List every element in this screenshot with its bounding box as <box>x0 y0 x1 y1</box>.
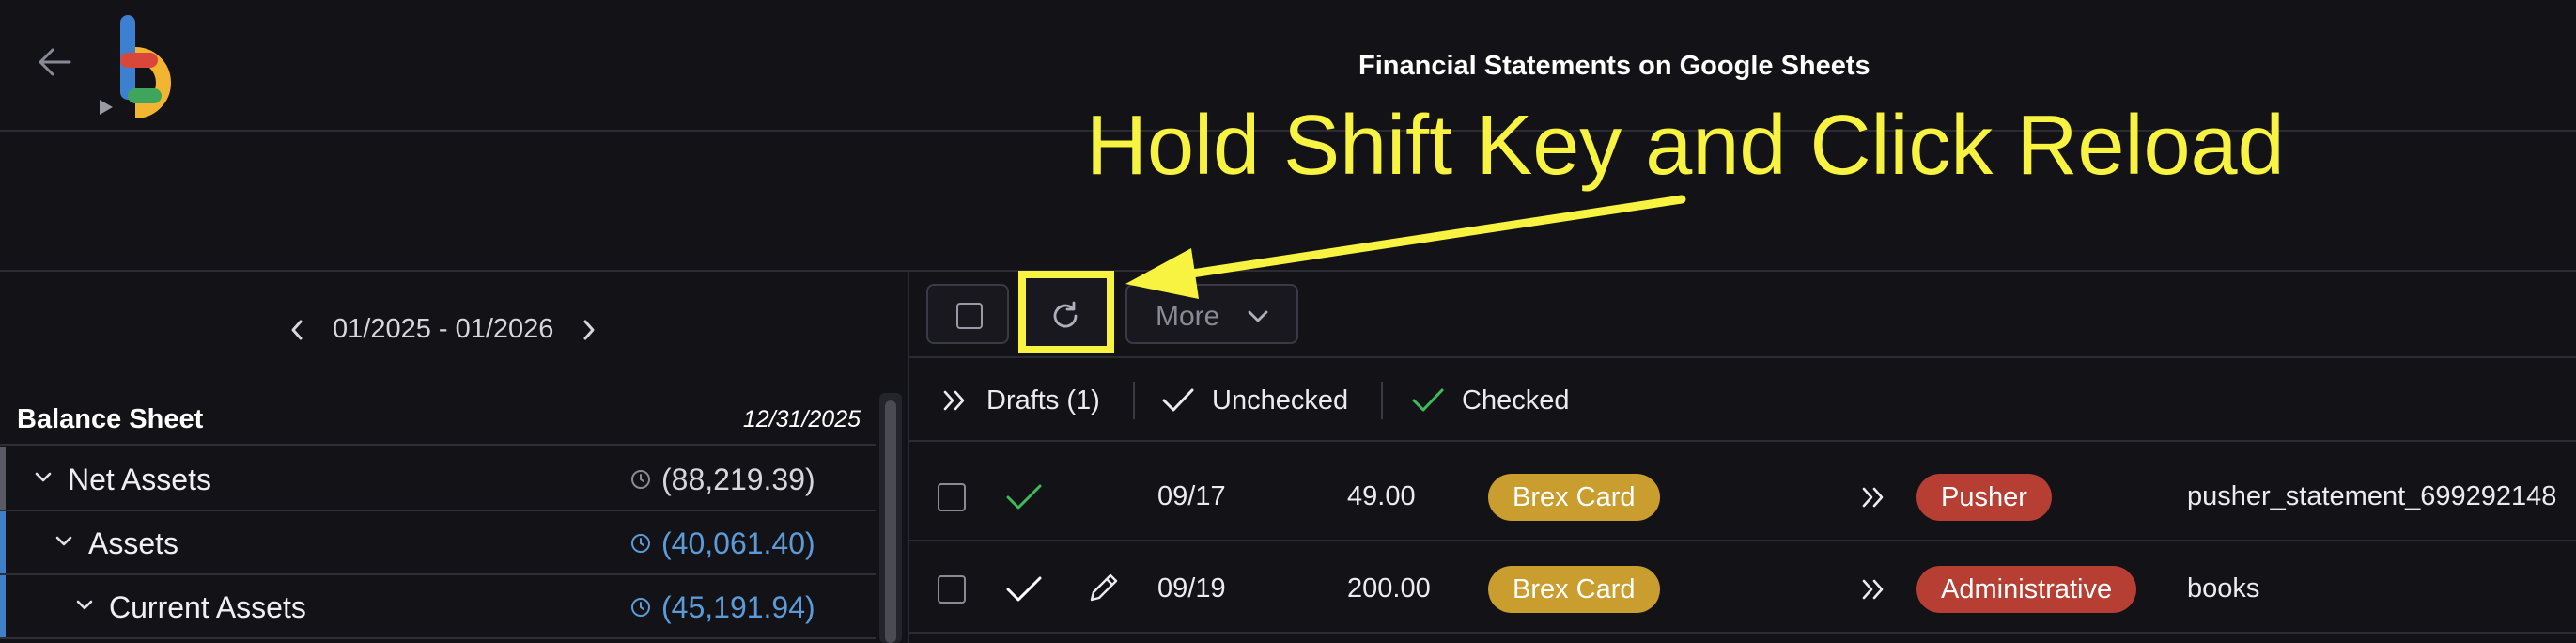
pencil-icon[interactable] <box>1086 572 1120 605</box>
reload-icon <box>1053 301 1078 328</box>
chevron-left-icon[interactable] <box>287 316 306 344</box>
checkbox-icon[interactable] <box>956 303 983 329</box>
divider <box>909 356 2576 358</box>
arrow-left-icon[interactable] <box>34 41 75 83</box>
table-row[interactable]: 09/19 200.00 Brex Card Administrative bo… <box>909 543 2576 634</box>
tree-row-current-assets[interactable]: Current Assets (45,191.94) <box>0 575 876 639</box>
clock-icon <box>631 534 650 553</box>
account-tag[interactable]: Brex Card <box>1488 566 1660 613</box>
row-indicator <box>0 447 6 510</box>
more-button-label: More <box>1156 301 1220 332</box>
filter-checked-label: Checked <box>1462 384 1570 416</box>
filter-drafts-label: Drafts (1) <box>986 384 1100 416</box>
filter-separator <box>1133 382 1135 419</box>
check-green-icon[interactable] <box>1005 483 1043 511</box>
tree-row-amount: (40,061.40) <box>661 526 815 560</box>
balance-sheet-title: Balance Sheet <box>17 404 204 434</box>
filter-unchecked[interactable]: Unchecked <box>1161 376 1348 425</box>
table-row[interactable]: 09/17 49.00 Brex Card Pusher pusher_stat… <box>909 451 2576 541</box>
filter-separator <box>1381 382 1383 419</box>
check-icon[interactable] <box>1005 575 1043 604</box>
balance-sheet-header: Balance Sheet 12/31/2025 <box>0 397 876 446</box>
transaction-date: 09/19 <box>1157 573 1226 604</box>
row-indicator <box>0 575 6 637</box>
transaction-amount: 49.00 <box>1347 481 1416 511</box>
filter-checked[interactable]: Checked <box>1411 376 1569 425</box>
chevron-down-icon <box>1248 310 1268 322</box>
filter-unchecked-label: Unchecked <box>1212 384 1349 416</box>
tree-row-label: Assets <box>88 526 179 560</box>
chevron-down-icon[interactable] <box>75 598 94 613</box>
tree-row-label: Net Assets <box>68 463 211 496</box>
row-checkbox[interactable] <box>938 483 966 511</box>
annotation-text: Hold Shift Key and Click Reload <box>1086 99 2285 193</box>
double-chevron-right-icon <box>1862 579 1884 600</box>
select-all-button[interactable] <box>926 284 1009 344</box>
more-button[interactable]: More <box>1125 284 1298 344</box>
balance-sheet-date: 12/31/2025 <box>742 406 861 432</box>
page-title: Financial Statements on Google Sheets <box>1358 51 1870 81</box>
transaction-description: pusher_statement_699292148 <box>2187 481 2557 511</box>
filter-drafts[interactable]: Drafts (1) <box>941 376 1100 425</box>
account-tag[interactable]: Brex Card <box>1488 474 1660 521</box>
app-logo-icon[interactable] <box>94 11 197 122</box>
divider <box>0 270 2576 272</box>
row-indicator <box>0 511 6 573</box>
tree-row-net-assets[interactable]: Net Assets (88,219.39) <box>0 447 876 511</box>
category-tag[interactable]: Pusher <box>1916 474 2052 521</box>
transaction-date: 09/17 <box>1157 481 1226 511</box>
chevron-right-icon[interactable] <box>580 316 598 344</box>
reload-button[interactable] <box>1018 271 1114 353</box>
tree-row-amount: (45,191.94) <box>661 590 815 624</box>
double-chevron-right-icon <box>943 390 965 411</box>
tree-row-amount: (88,219.39) <box>661 463 815 496</box>
check-green-icon <box>1412 388 1444 412</box>
transaction-description: books <box>2187 573 2260 604</box>
clock-icon <box>631 598 650 617</box>
category-tag[interactable]: Administrative <box>1916 566 2137 613</box>
scrollbar-thumb[interactable] <box>885 400 896 643</box>
divider <box>909 440 2576 442</box>
check-icon <box>1162 388 1194 412</box>
tree-row-label: Current Assets <box>109 590 306 624</box>
chevron-down-icon[interactable] <box>54 534 73 549</box>
chevron-down-icon[interactable] <box>34 470 53 485</box>
date-range-picker: 01/2025 - 01/2026 <box>287 314 598 345</box>
double-chevron-right-icon <box>1862 487 1884 508</box>
tree-row-assets[interactable]: Assets (40,061.40) <box>0 511 876 575</box>
row-checkbox[interactable] <box>938 575 966 604</box>
transaction-amount: 200.00 <box>1347 573 1431 604</box>
clock-icon <box>631 470 650 489</box>
date-range-label[interactable]: 01/2025 - 01/2026 <box>333 314 553 345</box>
